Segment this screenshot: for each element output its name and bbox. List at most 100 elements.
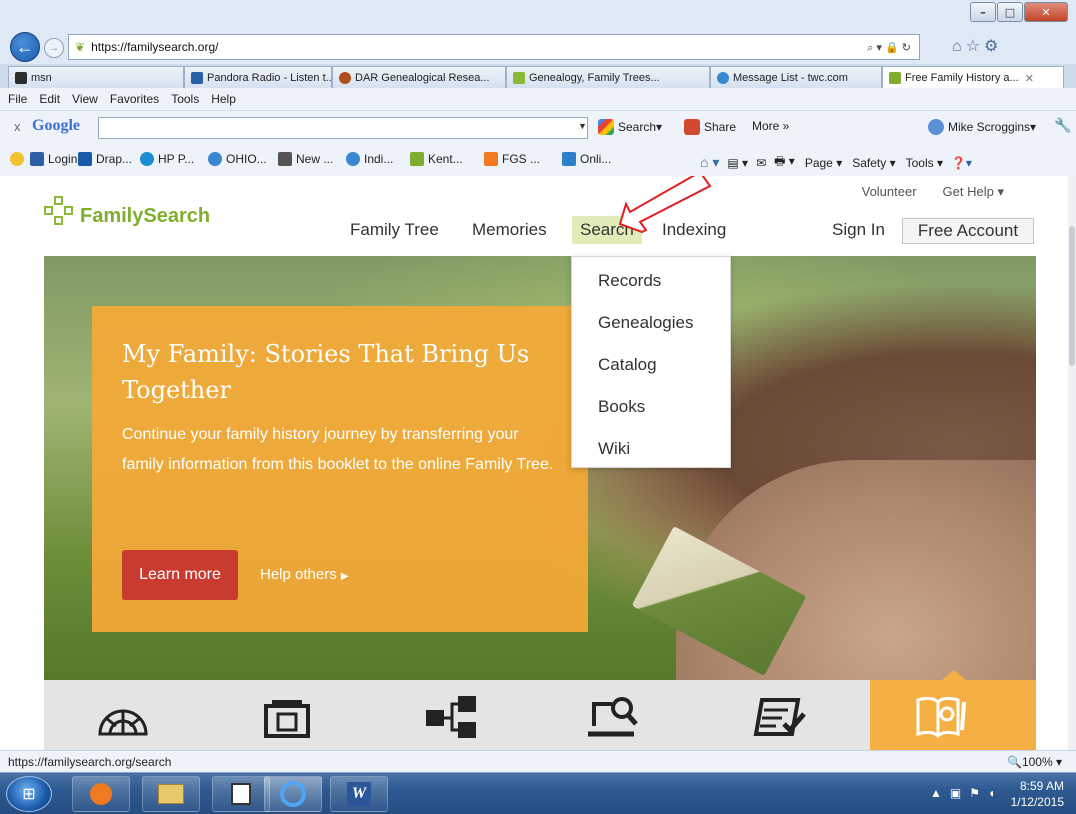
media-player-icon	[90, 783, 112, 805]
scrollbar-thumb[interactable]	[1069, 226, 1075, 366]
wrench-icon[interactable]: 🔧	[1054, 117, 1071, 134]
favorite-onli[interactable]: Onli...	[562, 152, 611, 166]
menu-favorites[interactable]: Favorites	[110, 92, 159, 106]
computer-search-icon[interactable]	[588, 694, 642, 740]
get-help-link[interactable]: Get Help ▾	[943, 184, 1004, 200]
zoom-control[interactable]: 🔍100% ▾	[1007, 755, 1062, 769]
google-search-button[interactable]: Search ▾	[598, 119, 662, 135]
forward-button[interactable]: →	[44, 38, 64, 58]
menu-item-records[interactable]: Records	[598, 271, 661, 291]
indexing-icon[interactable]	[752, 694, 806, 740]
clock[interactable]: 8:59 AM 1/12/2015	[1011, 778, 1064, 810]
tab-dar[interactable]: DAR Genealogical Resea...	[332, 66, 506, 88]
favorite-indi[interactable]: Indi...	[346, 152, 393, 166]
familysearch-logo[interactable]: FamilySearch	[44, 196, 210, 230]
menu-item-genealogies[interactable]: Genealogies	[598, 313, 693, 333]
hero-card: My Family: Stories That Bring Us Togethe…	[92, 306, 588, 632]
family-tree-icon[interactable]	[424, 694, 478, 740]
booklet-icon[interactable]	[914, 694, 968, 740]
free-account-button[interactable]: Free Account	[902, 218, 1034, 244]
print-icon[interactable]: 🖶 ▾	[774, 152, 795, 173]
network-icon[interactable]: ▣	[950, 786, 969, 800]
word-icon: W	[347, 782, 371, 806]
mail-icon[interactable]: ✉	[756, 156, 766, 170]
menu-item-books[interactable]: Books	[598, 397, 645, 417]
show-hidden-icons-icon[interactable]: ▲	[930, 786, 950, 800]
share-button[interactable]: Share	[684, 119, 736, 135]
hp-icon	[140, 152, 154, 166]
refresh-icon[interactable]: ↻	[902, 42, 911, 54]
tab-genealogy[interactable]: Genealogy, Family Trees...	[506, 66, 710, 88]
home-icon[interactable]: ⌂	[952, 38, 966, 55]
volunteer-link[interactable]: Volunteer	[862, 184, 917, 200]
login-icon	[30, 152, 44, 166]
favorite-login[interactable]: Login	[30, 152, 77, 166]
logo-text: FamilySearch	[80, 205, 211, 227]
favorite-kent[interactable]: Kent...	[410, 152, 463, 166]
menu-item-wiki[interactable]: Wiki	[598, 439, 630, 459]
favorites-star-icon[interactable]: ☆	[966, 38, 984, 55]
taskbar-media-player[interactable]	[72, 776, 130, 812]
gear-icon[interactable]: ⚙	[984, 38, 1002, 55]
close-window-button[interactable]: ✕	[1024, 2, 1068, 22]
status-url: https://familysearch.org/search	[8, 755, 172, 769]
close-tab-icon[interactable]: ✕	[1025, 72, 1034, 85]
home-icon[interactable]: ⌂ ▾	[700, 154, 719, 171]
start-button[interactable]: ⊞	[6, 776, 52, 812]
more-button[interactable]: More »	[752, 119, 789, 133]
menu-edit[interactable]: Edit	[39, 92, 60, 106]
favorite-ohio[interactable]: OHIO...	[208, 152, 267, 166]
browser-chrome: – □ ✕ ← → ❦ https://familysearch.org/ ⌕ …	[0, 0, 1076, 176]
favorites-center-icon[interactable]	[10, 152, 28, 166]
favorite-fgs[interactable]: FGS ...	[484, 152, 540, 166]
hero-title: My Family: Stories That Bring Us Togethe…	[122, 340, 530, 404]
tab-msn[interactable]: msn	[8, 66, 184, 88]
search-icon[interactable]: ⌕	[867, 42, 873, 54]
maximize-button[interactable]: □	[997, 2, 1023, 22]
address-row: ← → ❦ https://familysearch.org/ ⌕ ▾ 🔒 ↻ …	[0, 30, 1076, 64]
menu-tools[interactable]: Tools	[171, 92, 199, 106]
learn-more-button[interactable]: Learn more	[122, 550, 238, 600]
taskbar-internet-explorer[interactable]	[264, 776, 322, 812]
system-tray: ▲▣⚑◖ 8:59 AM 1/12/2015	[876, 773, 1076, 814]
help-others-link[interactable]: Help others ▶	[260, 566, 349, 583]
fan-chart-icon[interactable]	[96, 694, 150, 740]
menu-file[interactable]: File	[8, 92, 27, 106]
google-logo: Google	[32, 117, 80, 134]
volume-icon[interactable]: ◖	[988, 786, 1003, 800]
sign-in-link[interactable]: Sign In	[832, 220, 885, 240]
address-tools: ⌕ ▾ 🔒 ↻	[867, 42, 911, 54]
rss-icon[interactable]: ▤ ▾	[727, 156, 748, 170]
favorite-hp[interactable]: HP P...	[140, 152, 194, 166]
safety-menu[interactable]: Safety ▾	[852, 156, 895, 170]
taskbar-word[interactable]: W	[330, 776, 388, 812]
menu-view[interactable]: View	[72, 92, 98, 106]
taskbar-app[interactable]	[212, 776, 270, 812]
nav-family-tree[interactable]: Family Tree	[350, 220, 439, 240]
taskbar-explorer[interactable]	[142, 776, 200, 812]
favorite-new[interactable]: New ...	[278, 152, 333, 166]
flag-icon[interactable]: ⚑	[969, 786, 988, 800]
status-bar: https://familysearch.org/search 🔍100% ▾	[0, 750, 1076, 772]
user-account-button[interactable]: Mike Scroggins ▾	[928, 119, 1036, 135]
photo-memories-icon[interactable]	[260, 694, 314, 740]
tab-message-list[interactable]: Message List - twc.com	[710, 66, 882, 88]
tools-menu[interactable]: Tools ▾	[906, 156, 943, 170]
help-icon[interactable]: ❓▾	[951, 156, 972, 170]
back-button[interactable]: ←	[10, 32, 40, 62]
chevron-down-icon[interactable]: ▼	[578, 121, 587, 131]
favorite-drap[interactable]: Drap...	[78, 152, 132, 166]
minimize-button[interactable]: –	[970, 2, 996, 22]
page-scrollbar[interactable]	[1068, 176, 1076, 750]
tab-pandora[interactable]: Pandora Radio - Listen t...	[184, 66, 332, 88]
close-toolbar-icon[interactable]: x	[14, 119, 21, 134]
address-bar[interactable]: ❦ https://familysearch.org/ ⌕ ▾ 🔒 ↻	[68, 34, 920, 60]
menu-help[interactable]: Help	[211, 92, 236, 106]
ie-page-icon	[346, 152, 360, 166]
google-search-input[interactable]	[98, 117, 588, 139]
nav-memories[interactable]: Memories	[472, 220, 547, 240]
menu-item-catalog[interactable]: Catalog	[598, 355, 657, 375]
hero-banner: My Family: Stories That Bring Us Togethe…	[44, 256, 1036, 680]
tab-familysearch[interactable]: Free Family History a... ✕	[882, 66, 1064, 89]
page-menu[interactable]: Page ▾	[805, 156, 842, 170]
